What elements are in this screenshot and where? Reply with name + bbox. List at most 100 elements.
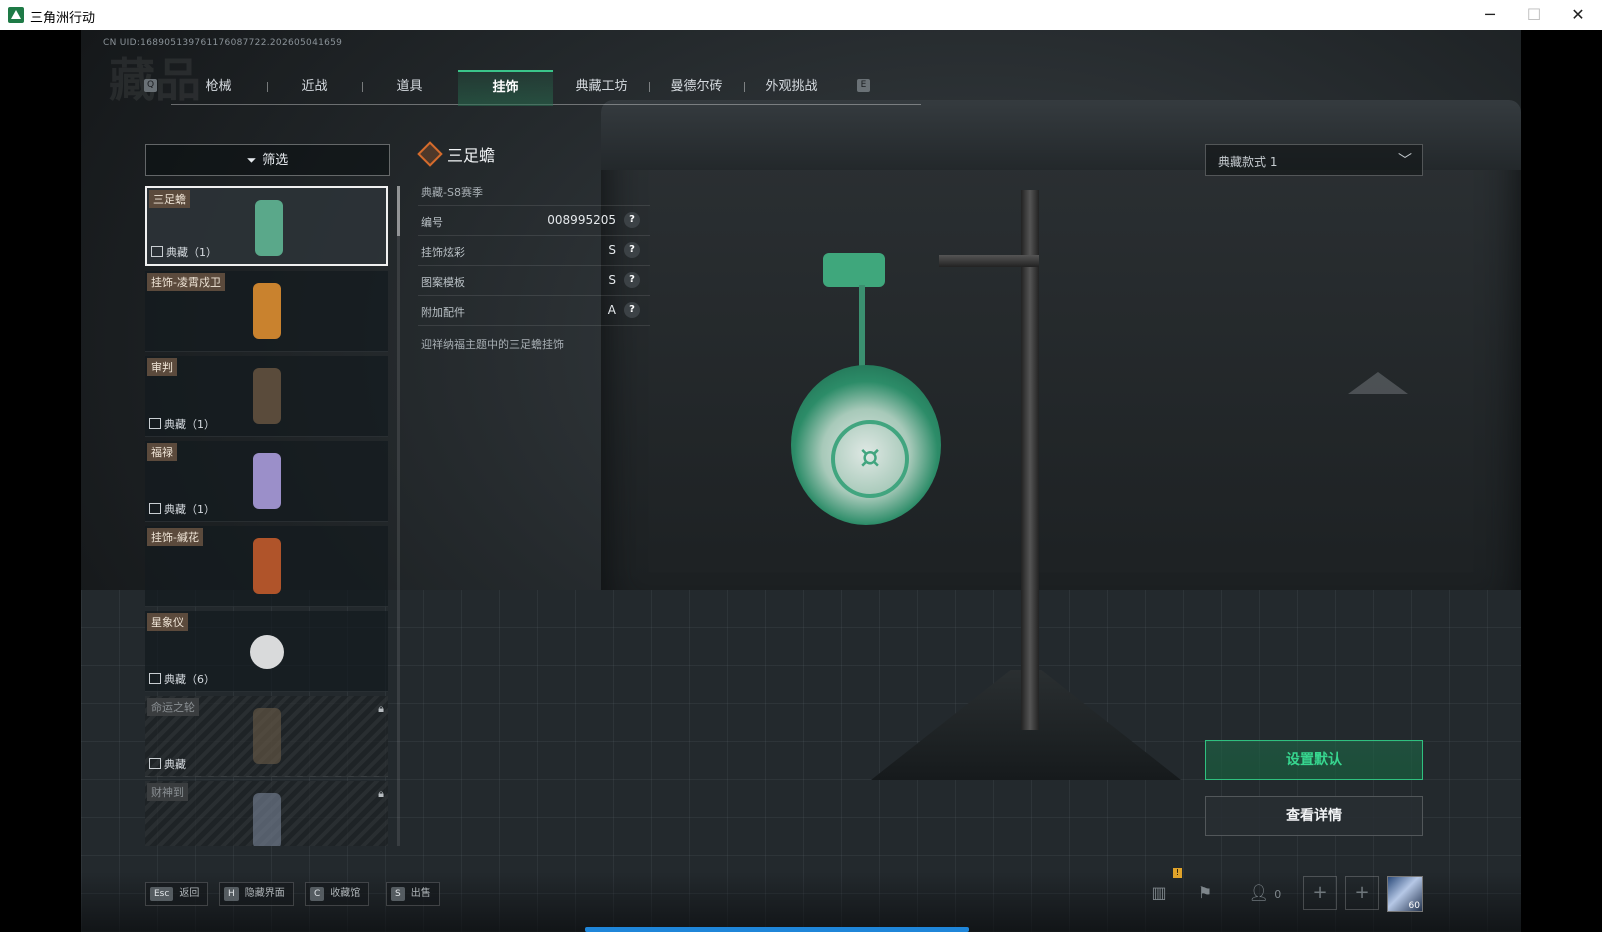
- item-thumbnail: [253, 283, 281, 339]
- sell-hotkey[interactable]: S 出售: [386, 882, 440, 906]
- gallery-icon: [149, 758, 161, 769]
- style-select-value: 典藏款式 1: [1218, 155, 1278, 169]
- item-thumbnail: [253, 708, 281, 764]
- collection-hotkey[interactable]: C 收藏馆: [305, 882, 370, 906]
- help-icon[interactable]: ?: [624, 302, 640, 318]
- rarity-diamond-icon: [417, 141, 443, 167]
- detail-row-value: S: [608, 273, 616, 287]
- detail-row-key: 附加配件: [421, 306, 465, 319]
- hotkey-label: 隐藏界面: [244, 888, 285, 899]
- list-item[interactable]: 审判 典藏（1）: [145, 356, 388, 437]
- friends-button[interactable]: 👤︎ 0: [1243, 878, 1287, 908]
- team-slot-add[interactable]: +: [1303, 876, 1337, 910]
- gallery-icon: [149, 503, 161, 514]
- list-scrollbar-thumb[interactable]: [397, 186, 400, 236]
- list-item[interactable]: 财神到 🔒︎: [145, 781, 388, 846]
- tab-next-key[interactable]: E: [857, 79, 870, 92]
- charm-list[interactable]: 三足蟾 典藏（1） 挂饰-凌霄戍卫 审判 典藏（1） 福禄 典藏（1） 挂饰-緘…: [145, 186, 390, 846]
- item-tag: 典藏: [149, 756, 186, 772]
- chevron-down-icon: ﹀: [1398, 153, 1412, 169]
- list-item[interactable]: 挂饰-凌霄戍卫: [145, 271, 388, 352]
- window-title: 三角洲行动: [30, 11, 96, 26]
- lock-icon: 🔒︎: [378, 702, 384, 715]
- detail-row-key: 挂饰炫彩: [421, 246, 465, 259]
- detail-subtitle: 典藏-S8赛季: [421, 186, 483, 199]
- close-window-button[interactable]: ✕: [1556, 0, 1600, 30]
- view-details-button[interactable]: 查看详情: [1205, 796, 1423, 836]
- style-select[interactable]: 典藏款式 1 ﹀: [1205, 144, 1423, 176]
- detail-row-key: 编号: [421, 216, 443, 229]
- detail-row-accessory: 附加配件 A ?: [418, 295, 650, 326]
- item-tag-label: 典藏（1）: [164, 418, 215, 431]
- item-tag: 典藏（1）: [149, 416, 215, 432]
- item-thumbnail: [250, 635, 284, 669]
- filter-button[interactable]: ⏷ 筛选: [145, 144, 390, 176]
- detail-row-value: S: [608, 243, 616, 257]
- minimize-button[interactable]: ─: [1468, 0, 1512, 30]
- hotkey-label: 返回: [179, 888, 200, 899]
- hotkey-label: 收藏馆: [330, 888, 361, 899]
- list-item[interactable]: 挂饰-緘花: [145, 526, 388, 607]
- list-item[interactable]: 星象仪 典藏（6）: [145, 611, 388, 692]
- tab-mandel-brick[interactable]: 曼德尔砖: [649, 70, 744, 104]
- help-icon[interactable]: ?: [624, 272, 640, 288]
- scene-crate: [601, 100, 1521, 620]
- charm-coin-icon: ¤: [831, 420, 909, 498]
- help-icon[interactable]: ?: [624, 212, 640, 228]
- friend-count: 0: [1274, 888, 1282, 901]
- detail-row-serial: 编号 008995205 ?: [418, 205, 650, 235]
- detail-description: 迎祥纳福主题中的三足蟾挂饰: [421, 338, 564, 351]
- tab-firearms[interactable]: 枪械: [171, 70, 266, 104]
- list-item[interactable]: 三足蟾 典藏（1）: [145, 186, 388, 266]
- tab-melee[interactable]: 近战: [267, 70, 362, 104]
- detail-row-value: A: [607, 303, 616, 317]
- item-name: 财神到: [147, 783, 188, 801]
- avatar[interactable]: 60: [1387, 876, 1423, 912]
- avatar-level: 60: [1408, 901, 1420, 911]
- hotkey-key: Esc: [150, 887, 174, 901]
- set-default-button[interactable]: 设置默认: [1205, 740, 1423, 780]
- tab-prev-key[interactable]: Q: [144, 79, 157, 92]
- stats-icon[interactable]: ▥: [1147, 878, 1171, 908]
- item-name: 三足蟾: [149, 190, 190, 208]
- team-slot-add[interactable]: +: [1345, 876, 1379, 910]
- item-tag-label: 典藏（1）: [164, 503, 215, 516]
- item-thumbnail: [253, 368, 281, 424]
- item-name: 审判: [147, 358, 177, 376]
- list-item[interactable]: 命运之轮 🔒︎ 典藏: [145, 696, 388, 777]
- charm-cap: [823, 253, 885, 287]
- loading-progress-bar: [585, 927, 969, 932]
- filter-icon: ⏷: [246, 153, 257, 167]
- list-scrollbar[interactable]: [397, 186, 400, 846]
- hide-ui-hotkey[interactable]: H 隐藏界面: [219, 882, 294, 906]
- detail-row-pattern: 图案模板 S ?: [418, 265, 650, 295]
- item-tag: 典藏（1）: [149, 501, 215, 517]
- tab-collection-workshop[interactable]: 典藏工坊: [554, 70, 649, 104]
- app-logo-icon: [8, 7, 24, 23]
- item-name: 命运之轮: [147, 698, 199, 716]
- detail-row-key: 图案模板: [421, 276, 465, 289]
- list-item[interactable]: 福禄 典藏（1）: [145, 441, 388, 522]
- tab-items[interactable]: 道具: [362, 70, 457, 104]
- gallery-icon: [149, 673, 161, 684]
- game-viewport: ¤ CN UID:168905139761176087722.202605041…: [81, 30, 1521, 932]
- scene-stand-arm: [939, 255, 1039, 267]
- tab-appearance-challenge[interactable]: 外观挑战: [744, 70, 839, 104]
- item-name: 福禄: [147, 443, 177, 461]
- help-icon[interactable]: ?: [624, 242, 640, 258]
- item-thumbnail: [255, 200, 283, 256]
- filter-label: 筛选: [262, 153, 289, 168]
- charm-3d-model[interactable]: ¤: [781, 245, 951, 545]
- item-tag-label: 典藏（6）: [164, 673, 215, 686]
- gallery-icon: [151, 246, 163, 257]
- tab-charms[interactable]: 挂饰: [458, 70, 553, 106]
- friends-icon: 👤︎: [1248, 883, 1270, 902]
- lock-icon: 🔒︎: [378, 787, 384, 800]
- back-hotkey[interactable]: Esc 返回: [145, 882, 209, 906]
- scene-stand-pole: [1021, 190, 1039, 730]
- maximize-button[interactable]: ☐: [1512, 0, 1556, 30]
- item-thumbnail: [253, 453, 281, 509]
- flag-icon[interactable]: ⚑: [1193, 878, 1217, 908]
- item-name: 挂饰-凌霄戍卫: [147, 273, 225, 291]
- hotkey-label: 出售: [410, 888, 431, 899]
